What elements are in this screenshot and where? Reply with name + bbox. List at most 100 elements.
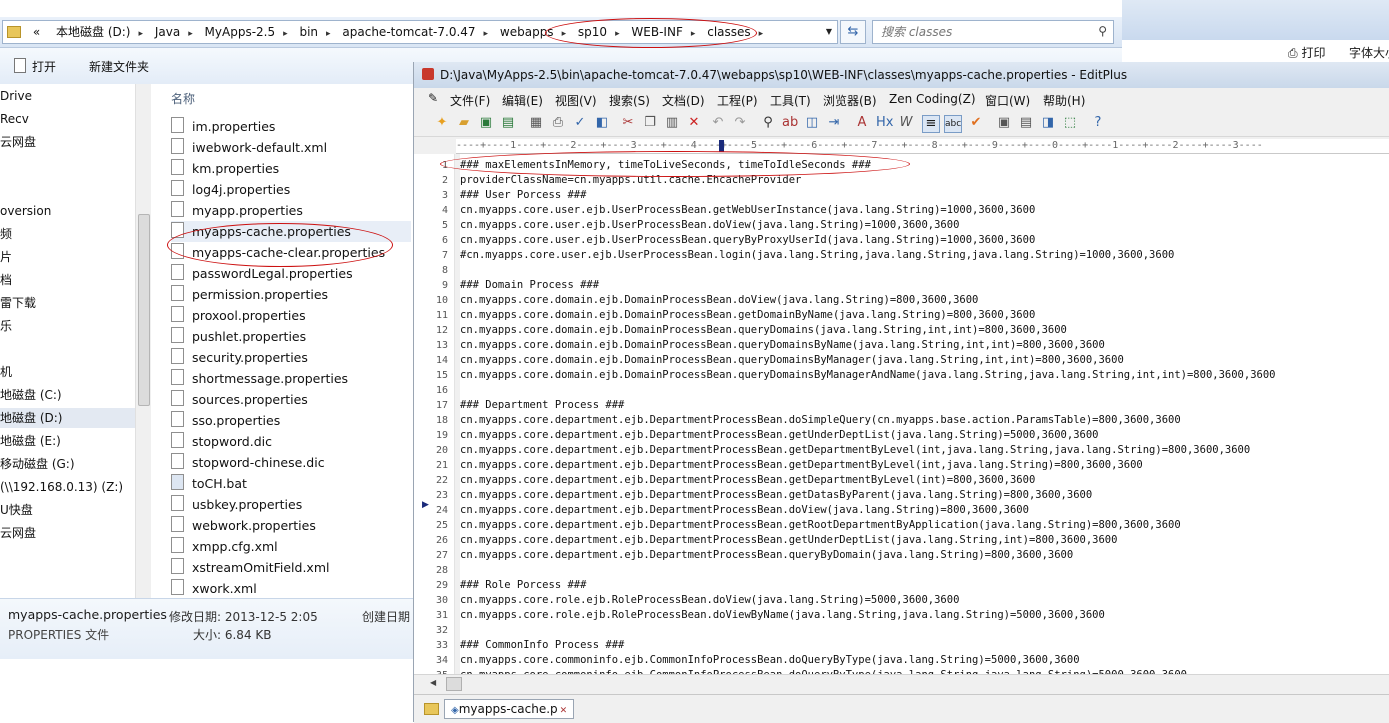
menu-document[interactable]: 文档(D) xyxy=(662,92,705,109)
code-line[interactable]: cn.myapps.core.department.ejb.Department… xyxy=(460,458,1143,473)
code-line[interactable]: cn.myapps.core.department.ejb.Department… xyxy=(460,413,1181,428)
code-line[interactable]: providerClassName=cn.myapps.util.cache.E… xyxy=(460,173,801,188)
code-line[interactable]: cn.myapps.core.domain.ejb.DomainProcessB… xyxy=(460,353,1124,368)
chevron-right-icon[interactable]: ▸ xyxy=(324,23,333,43)
column-header-name[interactable]: 名称 xyxy=(171,90,195,107)
nav-item[interactable]: 移动磁盘 (G:) xyxy=(0,454,75,474)
search-box[interactable]: ⚲ xyxy=(872,20,1114,44)
code-editor[interactable]: ### maxElementsInMemory, timeToLiveSecon… xyxy=(460,154,1389,674)
menu-browser[interactable]: 浏览器(B) xyxy=(823,92,877,109)
menu-tools[interactable]: 工具(T) xyxy=(770,92,811,109)
replace-icon[interactable]: ab xyxy=(782,115,798,131)
file-row[interactable]: sources.properties xyxy=(171,389,411,410)
nav-item[interactable]: 云网盘 xyxy=(0,523,36,543)
menu-file[interactable]: 文件(F) xyxy=(450,92,490,109)
file-row[interactable]: im.properties xyxy=(171,116,411,137)
paste-icon[interactable]: ▥ xyxy=(664,115,680,131)
code-line[interactable]: cn.myapps.core.domain.ejb.DomainProcessB… xyxy=(460,368,1275,383)
goto-line-icon[interactable]: ⇥ xyxy=(826,115,842,131)
file-row[interactable]: xstreamOmitField.xml xyxy=(171,557,411,578)
file-row[interactable]: security.properties xyxy=(171,347,411,368)
breadcrumb-item[interactable]: MyApps-2.5 xyxy=(199,21,282,43)
nav-item[interactable]: (\\192.168.0.13) (Z:) xyxy=(0,477,123,497)
nav-item[interactable]: Drive xyxy=(0,86,32,106)
chevron-right-icon[interactable]: ▸ xyxy=(757,23,766,43)
save-icon[interactable]: ▣ xyxy=(478,115,494,131)
code-line[interactable]: cn.myapps.core.role.ejb.RoleProcessBean.… xyxy=(460,593,959,608)
font-icon[interactable]: A xyxy=(854,115,870,131)
code-line[interactable]: cn.myapps.core.domain.ejb.DomainProcessB… xyxy=(460,323,1067,338)
file-row[interactable]: usbkey.properties xyxy=(171,494,411,515)
chevron-right-icon[interactable]: ▸ xyxy=(281,23,290,43)
open-folder-icon[interactable]: ▰ xyxy=(456,115,472,131)
ruler-icon[interactable]: abc xyxy=(944,115,962,133)
scroll-left-icon[interactable]: ◀ xyxy=(430,678,436,687)
nav-item[interactable]: 频 xyxy=(0,224,12,244)
code-line[interactable]: cn.myapps.core.domain.ejb.DomainProcessB… xyxy=(460,338,1105,353)
nav-item[interactable]: 乐 xyxy=(0,316,12,336)
help-icon[interactable]: ? xyxy=(1090,115,1106,131)
nav-item[interactable]: 地磁盘 (C:) xyxy=(0,385,62,405)
code-line[interactable]: ### User Porcess ### xyxy=(460,188,586,203)
code-line[interactable]: cn.myapps.core.department.ejb.Department… xyxy=(460,518,1181,533)
nav-item[interactable]: oversion xyxy=(0,201,51,221)
file-row[interactable]: passwordLegal.properties xyxy=(171,263,411,284)
fullscreen-icon[interactable]: ⬚ xyxy=(1062,115,1078,131)
menu-window[interactable]: 窗口(W) xyxy=(985,92,1030,109)
code-line[interactable]: cn.myapps.core.department.ejb.Department… xyxy=(460,548,1073,563)
file-row[interactable]: xmpp.cfg.xml xyxy=(171,536,411,557)
print-preview-icon[interactable]: ▦ xyxy=(528,115,544,131)
chevron-right-icon[interactable]: ▸ xyxy=(689,23,698,43)
copy-icon[interactable]: ❐ xyxy=(642,115,658,131)
breadcrumb-item[interactable]: WEB-INF xyxy=(625,21,688,43)
file-row[interactable]: permission.properties xyxy=(171,284,411,305)
code-line[interactable]: ### maxElementsInMemory, timeToLiveSecon… xyxy=(460,158,871,173)
close-icon[interactable]: ✕ xyxy=(560,706,568,716)
code-line[interactable]: ### CommonInfo Process ### xyxy=(460,638,624,653)
file-row[interactable]: proxool.properties xyxy=(171,305,411,326)
menu-view[interactable]: 视图(V) xyxy=(555,92,597,109)
breadcrumb-item[interactable]: bin xyxy=(293,21,324,43)
save-all-icon[interactable]: ▤ xyxy=(500,115,516,131)
chevron-right-icon[interactable]: ▸ xyxy=(186,23,195,43)
code-line[interactable]: #cn.myapps.core.user.ejb.UserProcessBean… xyxy=(460,248,1174,263)
nav-item[interactable]: 片 xyxy=(0,247,12,267)
nav-item[interactable]: 机 xyxy=(0,362,12,382)
hex-view-icon[interactable]: Hx xyxy=(876,115,893,131)
breadcrumb-overflow[interactable]: « xyxy=(27,21,46,43)
browser-view-icon[interactable]: ◧ xyxy=(594,115,610,131)
breadcrumb-item[interactable]: webapps xyxy=(494,21,560,43)
code-line[interactable]: cn.myapps.core.department.ejb.Department… xyxy=(460,503,1029,518)
delete-icon[interactable]: ✕ xyxy=(686,115,702,131)
code-line[interactable]: cn.myapps.core.role.ejb.RoleProcessBean.… xyxy=(460,608,1105,623)
search-icon[interactable]: ⚲ xyxy=(1098,24,1107,38)
new-folder-button[interactable]: 新建文件夹 xyxy=(89,58,149,75)
scrollbar-thumb[interactable] xyxy=(138,214,150,406)
code-line[interactable]: cn.myapps.core.department.ejb.Department… xyxy=(460,443,1250,458)
code-line[interactable]: cn.myapps.core.department.ejb.Department… xyxy=(460,473,1035,488)
nav-item[interactable]: 云网盘 xyxy=(0,132,36,152)
nav-scrollbar[interactable] xyxy=(135,84,151,598)
address-bar[interactable]: « 本地磁盘 (D:) ▸ Java ▸ MyApps-2.5 ▸ bin ▸ apac… xyxy=(2,20,838,44)
chevron-down-icon[interactable]: ▼ xyxy=(821,21,837,43)
search-input[interactable] xyxy=(873,21,1083,43)
breadcrumb-item[interactable]: apache-tomcat-7.0.47 xyxy=(336,21,481,43)
nav-item[interactable]: 雷下载 xyxy=(0,293,36,313)
chevron-right-icon[interactable]: ▸ xyxy=(136,23,145,43)
code-line[interactable]: ### Department Process ### xyxy=(460,398,624,413)
print-button[interactable]: ⎙ 打印 xyxy=(1288,44,1325,61)
code-line[interactable]: cn.myapps.core.department.ejb.Department… xyxy=(460,428,1098,443)
word-wrap-icon[interactable]: W xyxy=(898,115,914,131)
file-row[interactable]: sso.properties xyxy=(171,410,411,431)
code-line[interactable]: ### Domain Process ### xyxy=(460,278,599,293)
new-file-icon[interactable]: ✦ xyxy=(434,115,450,131)
file-row[interactable]: pushlet.properties xyxy=(171,326,411,347)
breadcrumb-item[interactable]: sp10 xyxy=(572,21,613,43)
file-row[interactable]: webwork.properties xyxy=(171,515,411,536)
file-row[interactable]: myapps-cache-clear.properties xyxy=(171,242,411,263)
chevron-right-icon[interactable]: ▸ xyxy=(482,23,491,43)
nav-item[interactable]: Recv xyxy=(0,109,29,129)
file-row[interactable]: shortmessage.properties xyxy=(171,368,411,389)
code-line[interactable]: cn.myapps.core.department.ejb.Department… xyxy=(460,533,1117,548)
find-in-files-icon[interactable]: ◫ xyxy=(804,115,820,131)
